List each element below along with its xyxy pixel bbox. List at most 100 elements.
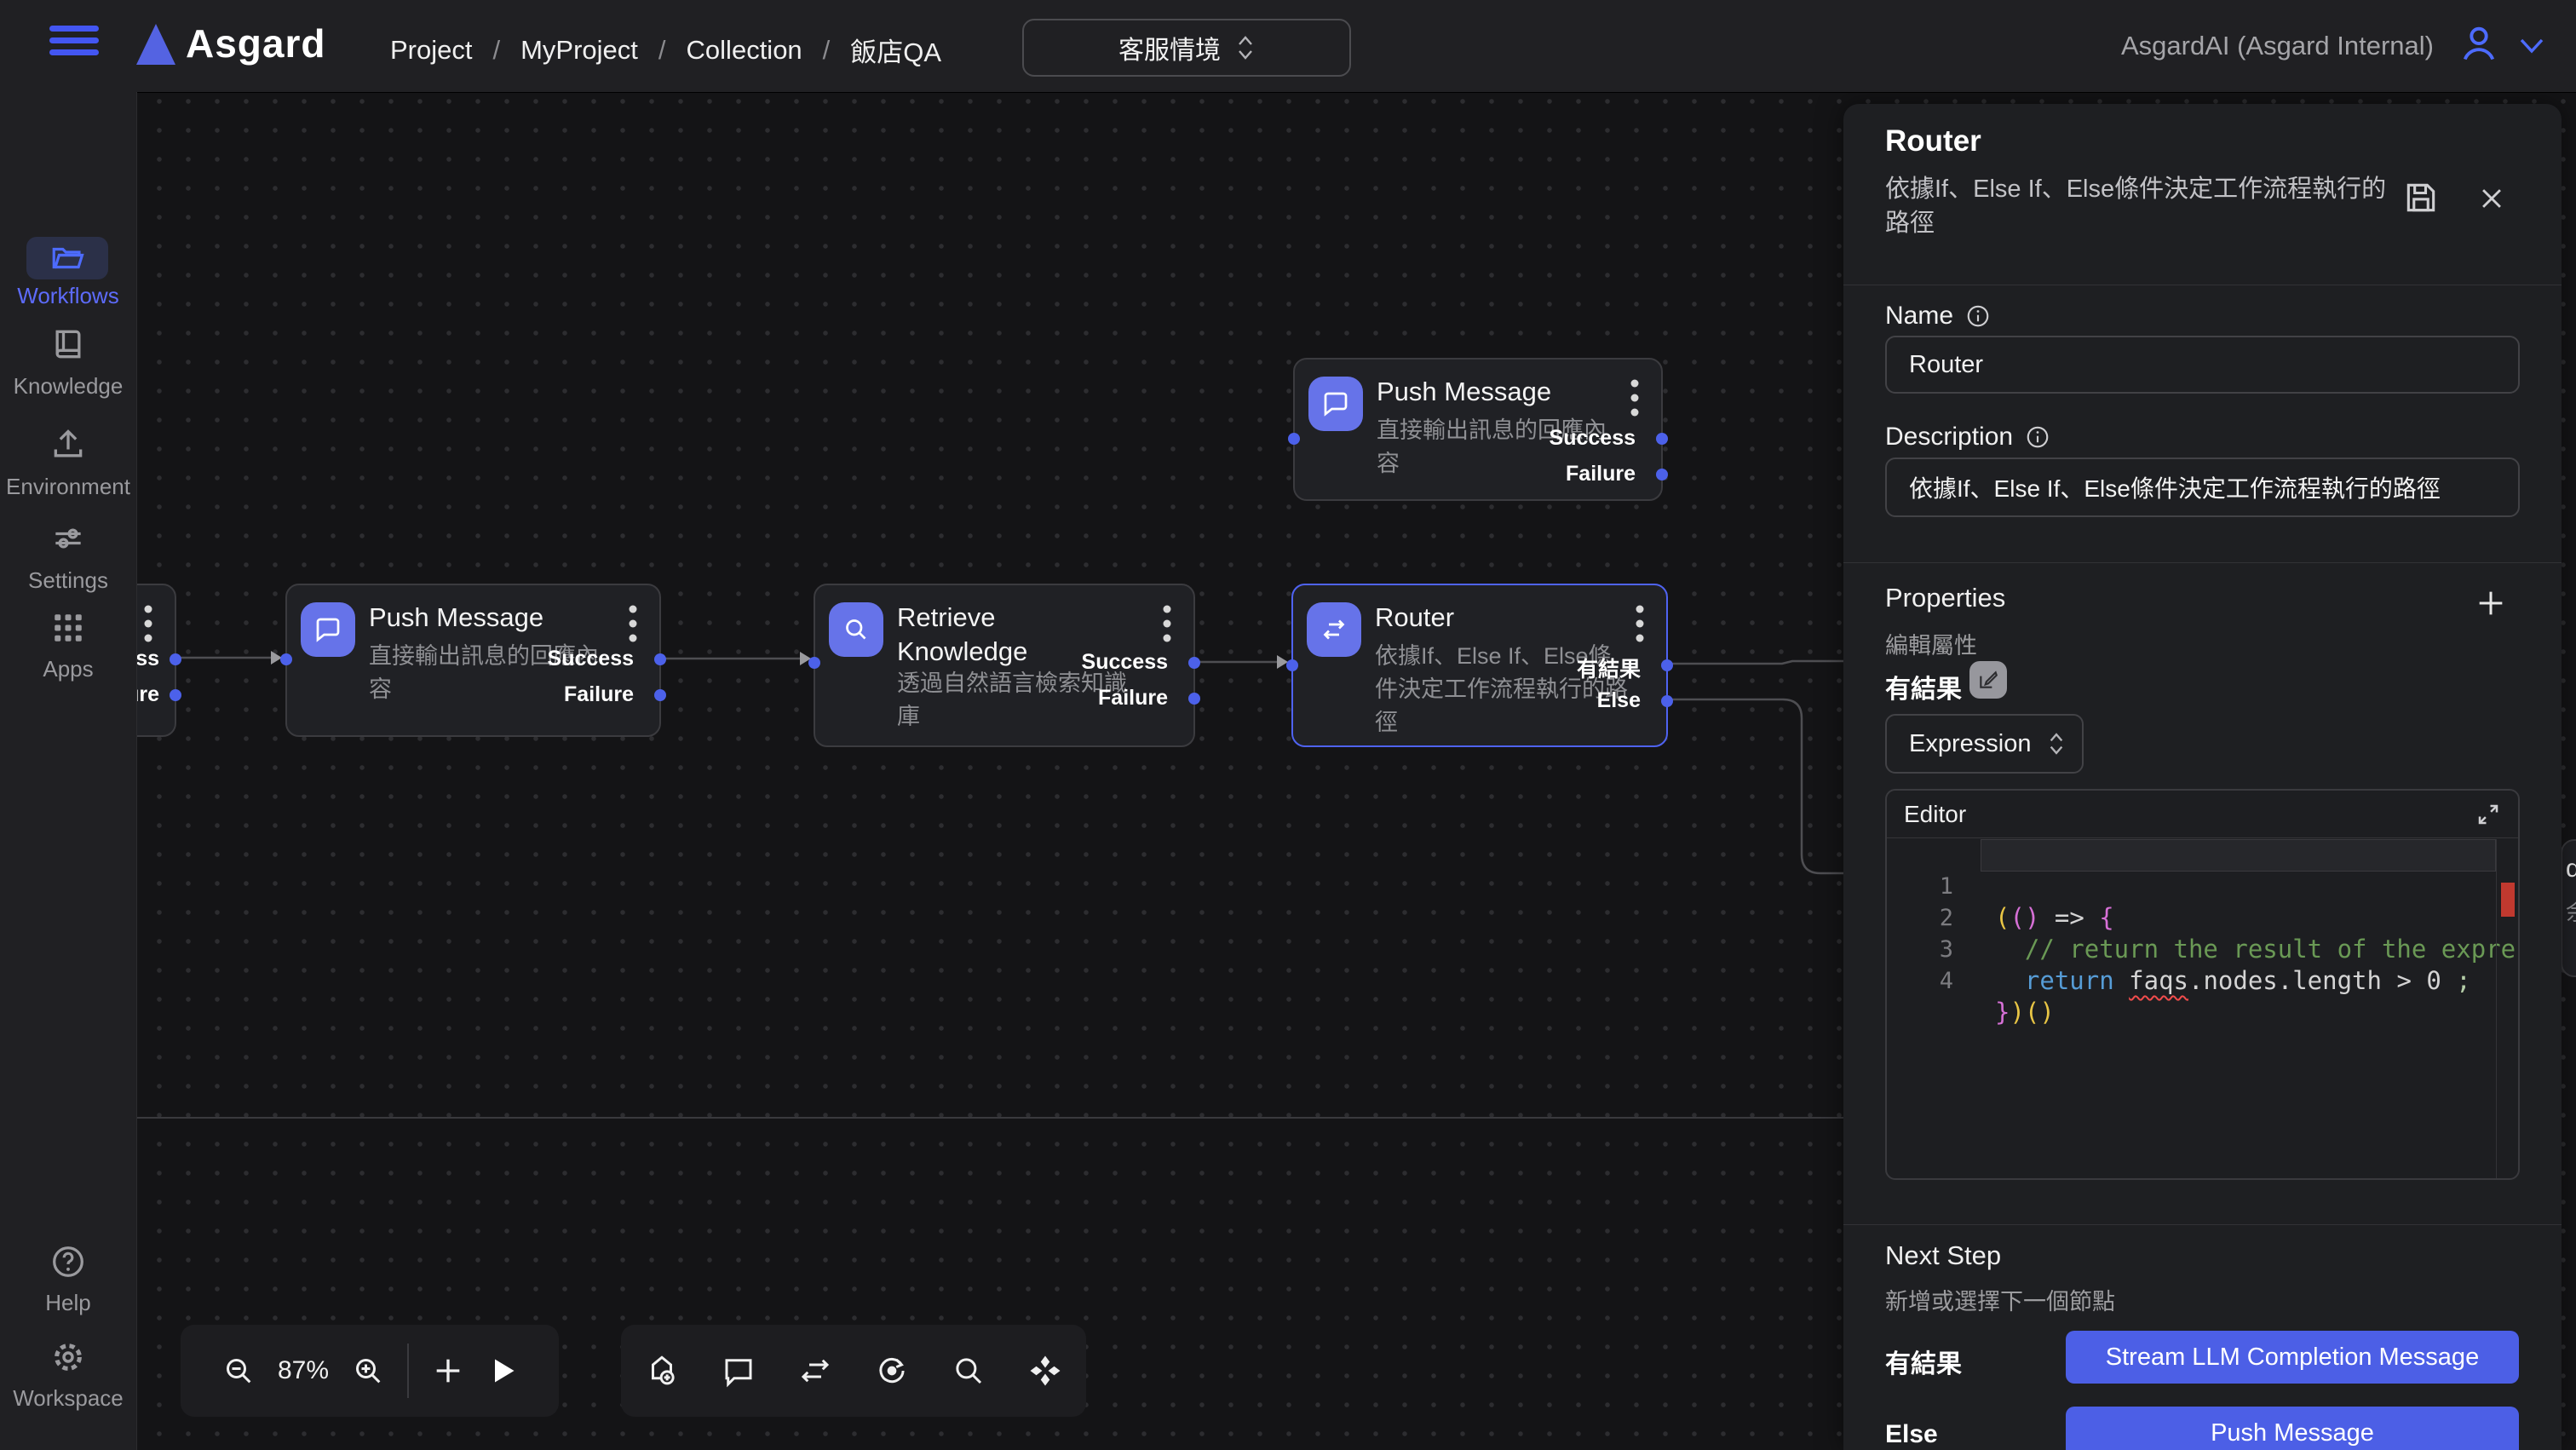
output-handle[interactable]	[654, 689, 666, 701]
sidebar-item-apps[interactable]: Apps	[0, 610, 136, 682]
name-input[interactable]: Router	[1885, 336, 2520, 394]
code-area[interactable]: 1 (() => { 2 // return the result of the…	[1887, 839, 2518, 1180]
navbar: Asgard Project / MyProject / Collection …	[0, 0, 2576, 93]
upload-icon	[0, 426, 136, 463]
properties-title: Properties	[1885, 583, 2005, 613]
node-menu-icon[interactable]	[1636, 604, 1644, 643]
input-handle[interactable]	[280, 653, 292, 665]
next-step-button-else[interactable]: Push Message	[2066, 1407, 2519, 1450]
sidebar-item-label: Knowledge	[0, 373, 136, 400]
chat-bubble-icon	[301, 602, 355, 657]
node-push-message-mid[interactable]: Push Message 直接輸出訊息的回應內容 Success Failure	[285, 584, 661, 737]
canvas-toolbar	[621, 1325, 1086, 1417]
add-property-icon[interactable]	[2474, 586, 2508, 620]
error-marker	[2501, 883, 2515, 917]
node-menu-icon[interactable]	[629, 604, 637, 643]
chat-bubble-icon[interactable]	[721, 1353, 756, 1389]
user-icon[interactable]	[2457, 20, 2501, 65]
environment-selector[interactable]: 客服情境	[1022, 19, 1351, 77]
next-step-branch-label: Else	[1885, 1420, 1938, 1449]
sidebar-item-help[interactable]: Help	[0, 1242, 136, 1316]
run-icon[interactable]	[487, 1355, 518, 1386]
menu-icon[interactable]	[49, 26, 99, 66]
breadcrumb-separator: /	[823, 35, 831, 66]
zoom-in-icon[interactable]	[351, 1354, 385, 1388]
sidebar-item-knowledge[interactable]: Knowledge	[0, 325, 136, 400]
node-menu-icon[interactable]	[1630, 378, 1639, 417]
environment-selector-label: 客服情境	[1118, 29, 1221, 66]
bell-plus-icon[interactable]	[644, 1353, 680, 1389]
port-has-result: 有結果	[1577, 653, 1641, 683]
gear-icon	[0, 1338, 136, 1377]
sidebar-item-label: Workflows	[0, 283, 136, 309]
breadcrumb-project[interactable]: Project	[390, 35, 472, 66]
add-node-icon[interactable]	[431, 1354, 465, 1388]
close-icon[interactable]	[2477, 184, 2506, 213]
account-chevron-down-icon[interactable]	[2515, 34, 2549, 58]
panel-subtitle: 依據If、Else If、Else條件決定工作流程執行的路徑	[1885, 172, 2396, 240]
search-icon	[829, 602, 883, 657]
node-push-message-top[interactable]: Push Message 直接輸出訊息的回應內容 Success Failure	[1293, 358, 1663, 501]
property-type-value: Expression	[1909, 730, 2031, 758]
sidebar-item-environment[interactable]: Environment	[0, 426, 136, 500]
property-type-select[interactable]: Expression	[1885, 714, 2084, 774]
book-icon	[0, 325, 136, 363]
description-input-value: 依據If、Else If、Else條件決定工作流程執行的路徑	[1909, 470, 2441, 504]
output-handle[interactable]	[1661, 659, 1673, 671]
locate-icon[interactable]	[874, 1353, 910, 1389]
properties-subtitle: 編輯屬性	[1885, 627, 1977, 660]
breadcrumb-collection[interactable]: Collection	[687, 35, 802, 66]
zoom-out-icon[interactable]	[221, 1354, 256, 1388]
output-handle[interactable]	[1656, 469, 1668, 480]
expand-icon[interactable]	[2475, 802, 2501, 827]
sidebar-item-settings[interactable]: Settings	[0, 520, 136, 594]
output-handle[interactable]	[1188, 693, 1200, 705]
editor-title: Editor	[1904, 801, 1966, 828]
output-handle[interactable]	[1188, 657, 1200, 669]
breadcrumb-myproject[interactable]: MyProject	[520, 35, 638, 66]
output-handle[interactable]	[654, 653, 666, 665]
node-title: Router	[1375, 601, 1454, 635]
next-step-title: Next Step	[1885, 1240, 2001, 1271]
account-name: AsgardAI (Asgard Internal)	[2121, 31, 2434, 61]
swap-arrows-icon[interactable]	[797, 1353, 833, 1389]
port-failure: Failure	[1566, 462, 1636, 486]
fit-view-icon[interactable]	[1027, 1353, 1063, 1389]
node-router[interactable]: Router 依據If、Else If、Else條件決定工作流程執行的路徑 有結…	[1291, 584, 1668, 747]
node-clipped-right[interactable]: d 余	[2561, 839, 2576, 977]
chat-bubble-icon	[1308, 377, 1363, 431]
breadcrumb-workflow[interactable]: 飯店QA	[850, 31, 941, 69]
edit-property-icon[interactable]	[1969, 661, 2007, 699]
editor-header: Editor	[1887, 791, 2518, 838]
next-step-button-has-result[interactable]: Stream LLM Completion Message	[2066, 1331, 2519, 1384]
node-title: Retrieve Knowledge	[897, 601, 1084, 669]
sidebar-item-label: Help	[0, 1290, 136, 1316]
name-input-value: Router	[1909, 351, 1983, 379]
output-handle[interactable]	[170, 653, 181, 665]
next-step-subtitle: 新增或選擇下一個節點	[1885, 1283, 2115, 1316]
input-handle[interactable]	[1286, 659, 1298, 671]
input-handle[interactable]	[1288, 433, 1300, 445]
breadcrumb-separator: /	[492, 35, 500, 66]
zoom-level: 87%	[278, 1356, 329, 1385]
output-handle[interactable]	[170, 689, 181, 701]
node-menu-icon[interactable]	[144, 604, 152, 643]
node-title: Push Message	[369, 601, 543, 635]
info-icon	[2025, 424, 2050, 450]
sidebar-item-workspace[interactable]: Workspace	[0, 1338, 136, 1412]
output-handle[interactable]	[1661, 695, 1673, 707]
save-icon[interactable]	[2402, 179, 2440, 216]
sidebar-item-label: Apps	[0, 656, 136, 682]
description-input[interactable]: 依據If、Else If、Else條件決定工作流程執行的路徑	[1885, 457, 2520, 517]
sidebar-item-label: Settings	[0, 567, 136, 594]
input-handle[interactable]	[808, 657, 820, 669]
brand-name: Asgard	[186, 20, 325, 66]
node-retrieve-knowledge[interactable]: Retrieve Knowledge 透過自然語言檢索知識庫 Success F…	[814, 584, 1195, 747]
sidebar: Workflows Knowledge Environment Settings…	[0, 92, 137, 1450]
node-menu-icon[interactable]	[1163, 604, 1171, 643]
expression-editor[interactable]: Editor 1 (() => { 2 // return the result…	[1885, 789, 2520, 1180]
property-name: 有結果	[1885, 668, 1962, 705]
search-icon[interactable]	[951, 1353, 986, 1389]
app-root: Success Failure Push Message 直接輸出訊息的回應內容…	[0, 0, 2576, 1450]
output-handle[interactable]	[1656, 433, 1668, 445]
